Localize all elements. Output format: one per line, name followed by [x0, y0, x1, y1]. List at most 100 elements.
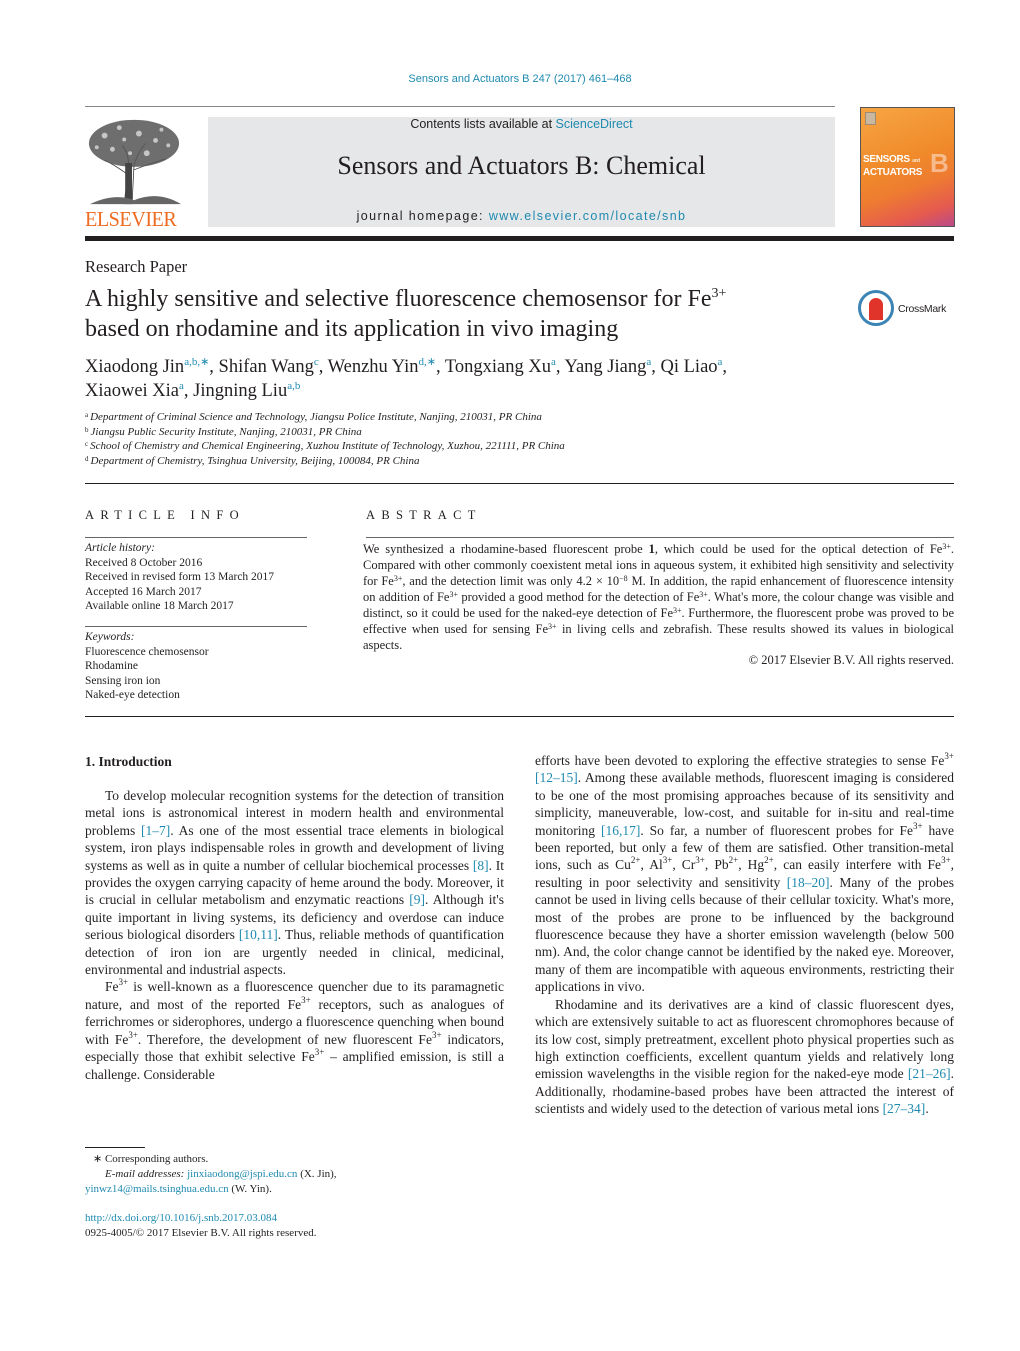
divider: [85, 626, 307, 627]
reference-link[interactable]: [12–15]: [535, 770, 578, 785]
superscript: 2+: [630, 855, 641, 866]
body-column-right: efforts have been devoted to exploring t…: [535, 752, 954, 1118]
doi-link[interactable]: http://dx.doi.org/10.1016/j.snb.2017.03.…: [85, 1211, 317, 1226]
doi-block: http://dx.doi.org/10.1016/j.snb.2017.03.…: [85, 1211, 317, 1241]
email-link-jin[interactable]: jinxiaodong@jspi.edu.cn: [187, 1168, 297, 1180]
reference-link[interactable]: [8]: [473, 858, 489, 873]
affiliation: c School of Chemistry and Chemical Engine…: [85, 440, 565, 452]
abstract-copyright: © 2017 Elsevier B.V. All rights reserved…: [748, 653, 954, 667]
header-divider: [85, 106, 835, 107]
author-list: Xiaodong Jina,b,∗, Shifan Wangc, Wenzhu …: [85, 356, 728, 402]
superscript: 3+: [941, 855, 951, 866]
author-name[interactable]: Xiaowei Xia: [85, 381, 179, 401]
superscript: 3+: [662, 855, 673, 866]
superscript: 3+: [913, 820, 923, 831]
superscript: 3+: [548, 622, 557, 631]
section-heading-introduction: 1. Introduction: [85, 754, 172, 769]
divider: [366, 537, 954, 538]
superscript: 3+: [301, 994, 311, 1005]
keyword-items: Fluorescence chemosensor Rhodamine Sensing…: [85, 645, 209, 703]
homepage-prefix: journal homepage:: [356, 209, 489, 223]
elsevier-logo[interactable]: ELSEVIER: [85, 115, 185, 231]
cover-title-line2: ACTUATORS: [863, 167, 923, 178]
keyword[interactable]: Naked-eye detection: [85, 688, 209, 703]
reference-link[interactable]: [10,11]: [239, 927, 278, 942]
author-name[interactable]: Yang Jiang: [564, 357, 646, 377]
journal-header-band: Contents lists available at ScienceDirec…: [208, 117, 835, 227]
superscript: 3+: [431, 1029, 442, 1040]
history-item: Accepted 16 March 2017: [85, 585, 202, 598]
cover-title-and: and: [912, 158, 920, 164]
affiliation-list: a Department of Criminal Science and Tech…: [85, 410, 565, 468]
author-affiliation-marker[interactable]: a: [646, 356, 651, 368]
keywords-label: Keywords:: [85, 631, 135, 643]
paragraph: Fe3+ is well-known as a fluorescence que…: [85, 977, 504, 1082]
affiliation: d Department of Chemistry, Tsinghua Unive…: [85, 454, 420, 467]
author-name[interactable]: Jingning Liu: [193, 381, 287, 401]
keyword[interactable]: Fluorescence chemosensor: [85, 645, 209, 660]
email-line-2: yinwz14@mails.tsinghua.edu.cn (W. Yin).: [85, 1182, 337, 1197]
affiliation: a Department of Criminal Science and Tech…: [85, 411, 542, 423]
email-link-yin[interactable]: yinwz14@mails.tsinghua.edu.cn: [85, 1183, 229, 1195]
author-affiliation-marker[interactable]: c: [314, 356, 319, 368]
author-affiliation-marker[interactable]: a: [551, 356, 556, 368]
author-affiliation-marker[interactable]: a,b,∗: [184, 356, 209, 368]
journal-cover-thumbnail[interactable]: SENSORS and ACTUATORS B: [860, 107, 955, 227]
contents-prefix: Contents lists available at: [410, 117, 556, 131]
article-info-heading: ARTICLE INFO: [85, 508, 245, 522]
divider: [85, 483, 954, 484]
author-name[interactable]: Qi Liao: [661, 357, 718, 377]
contents-line: Contents lists available at ScienceDirec…: [208, 117, 835, 131]
email-label: E-mail addresses:: [105, 1168, 185, 1180]
bold-text: 1: [648, 542, 655, 556]
article-history: Article history: Received 8 October 2016…: [85, 541, 274, 614]
affiliation-key: a: [85, 411, 89, 419]
title-line-1: A highly sensitive and selective fluores…: [85, 286, 712, 312]
reference-link[interactable]: [16,17]: [601, 823, 640, 838]
keyword[interactable]: Sensing iron ion: [85, 674, 209, 689]
keyword[interactable]: Rhodamine: [85, 659, 209, 674]
journal-homepage-link[interactable]: www.elsevier.com/locate/snb: [489, 209, 687, 223]
reference-link[interactable]: [21–26]: [908, 1066, 951, 1081]
crossmark-icon: [858, 290, 894, 326]
cover-title-line1: SENSORS: [863, 154, 910, 165]
superscript: 3+: [944, 751, 954, 761]
author-name[interactable]: Tongxiang Xu: [445, 357, 551, 377]
elsevier-tree-icon: [85, 115, 183, 207]
divider: [85, 537, 307, 538]
article-title: A highly sensitive and selective fluores…: [85, 284, 825, 344]
journal-citation[interactable]: Sensors and Actuators B 247 (2017) 461–4…: [0, 73, 1020, 85]
author-name[interactable]: Shifan Wang: [219, 357, 314, 377]
cover-title: SENSORS and ACTUATORS: [863, 154, 922, 178]
crossmark-button[interactable]: CrossMark: [858, 290, 958, 330]
cover-publisher-icon: [865, 112, 876, 125]
superscript: 3+: [695, 855, 705, 866]
author-name[interactable]: Wenzhu Yin: [328, 357, 419, 377]
reference-link[interactable]: [1–7]: [141, 823, 170, 838]
author-name[interactable]: Xiaodong Jin: [85, 357, 184, 377]
reference-link[interactable]: [18–20]: [787, 875, 830, 890]
superscript: 2+: [728, 855, 739, 866]
divider: [85, 716, 954, 717]
author-affiliation-marker[interactable]: a: [718, 356, 723, 368]
superscript: 3+: [699, 590, 708, 599]
affiliation-key: c: [85, 440, 89, 448]
author-affiliation-marker[interactable]: d,∗: [418, 356, 435, 368]
corresponding-note: ∗ Corresponding authors.: [93, 1153, 209, 1165]
sciencedirect-link[interactable]: ScienceDirect: [556, 117, 633, 131]
superscript: 3+: [128, 1029, 138, 1040]
superscript: 2+: [764, 855, 774, 866]
issn-copyright: 0925-4005/© 2017 Elsevier B.V. All right…: [85, 1227, 317, 1239]
reference-link[interactable]: [9]: [409, 892, 425, 907]
article-history-items: Received 8 October 2016 Received in revis…: [85, 556, 274, 614]
title-superscript: 3+: [711, 286, 727, 301]
reference-link[interactable]: [27–34]: [883, 1101, 926, 1116]
email-owner-jin: (X. Jin),: [297, 1168, 337, 1180]
email-line: E-mail addresses: jinxiaodong@jspi.edu.c…: [85, 1167, 337, 1182]
paragraph: To develop molecular recognition systems…: [85, 788, 505, 978]
author-affiliation-marker[interactable]: a: [179, 380, 184, 392]
affiliation-key: d: [85, 454, 89, 463]
body-column-left: To develop molecular recognition systems…: [85, 787, 504, 1083]
author-affiliation-marker[interactable]: a,b: [287, 380, 300, 392]
paragraph: Rhodamine and its derivatives are a kind…: [535, 996, 954, 1117]
